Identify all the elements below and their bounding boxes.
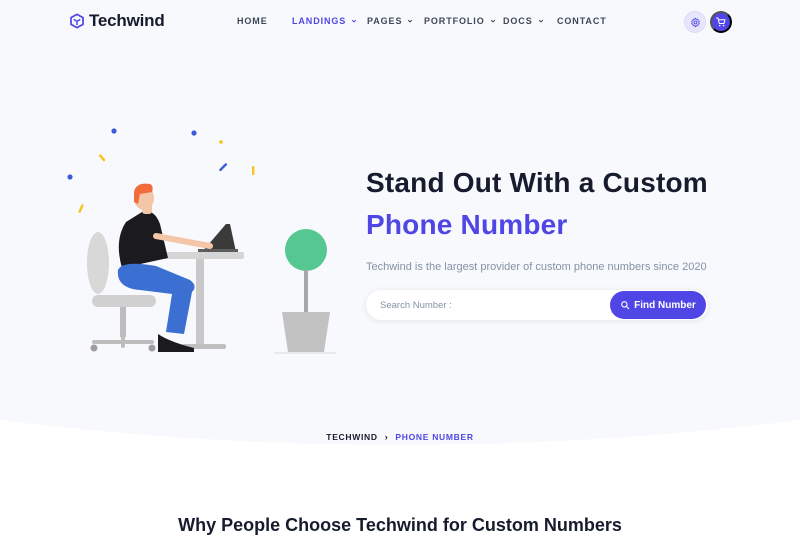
brand-name: Techwind — [89, 11, 165, 30]
logo-icon — [70, 13, 84, 29]
chevron-down-icon — [408, 19, 413, 23]
find-number-button[interactable]: Find Number — [610, 291, 706, 319]
chevron-down-icon — [538, 19, 543, 23]
settings-icon — [690, 17, 700, 27]
settings-button[interactable] — [684, 11, 706, 33]
chevron-down-icon — [490, 19, 495, 23]
section-title: Why People Choose Techwind for Custom Nu… — [178, 515, 622, 535]
breadcrumb: TECHWIND › PHONE NUMBER — [0, 432, 800, 442]
hero-title: Stand Out With a Custom — [366, 167, 708, 198]
nav-item-home[interactable]: HOME — [237, 16, 268, 26]
nav-item-contact[interactable]: CONTACT — [557, 16, 607, 26]
nav-item-label: DOCS — [503, 16, 533, 26]
logo[interactable]: Techwind — [69, 11, 165, 31]
chevron-down-icon — [352, 19, 357, 23]
hero-title-accent: Phone Number — [366, 209, 568, 240]
nav-item-label: LANDINGS — [292, 16, 347, 26]
nav-item-label: PAGES — [367, 16, 403, 26]
search-icon — [621, 301, 630, 310]
nav-item-docs[interactable]: DOCS — [503, 16, 544, 26]
breadcrumb-home[interactable]: TECHWIND — [326, 432, 377, 442]
nav-item-landings[interactable]: LANDINGS — [292, 16, 357, 26]
nav-item-label: HOME — [237, 16, 268, 26]
nav-item-pages[interactable]: PAGES — [367, 16, 413, 26]
navbar: Techwind HOME LANDINGS PAGES PORTFOLIO D… — [0, 0, 800, 44]
hero-illustration — [67, 128, 336, 354]
nav-item-label: CONTACT — [557, 16, 607, 26]
find-number-label: Find Number — [634, 299, 696, 311]
chevron-right-icon: › — [384, 432, 389, 442]
nav-item-portfolio[interactable]: PORTFOLIO — [424, 16, 496, 26]
breadcrumb-current: PHONE NUMBER — [395, 432, 474, 442]
hero-subtitle: Techwind is the largest provider of cust… — [366, 261, 707, 273]
cart-icon — [716, 17, 726, 27]
cart-button[interactable] — [710, 11, 732, 33]
nav-item-label: PORTFOLIO — [424, 16, 485, 26]
search-input[interactable] — [380, 297, 600, 313]
